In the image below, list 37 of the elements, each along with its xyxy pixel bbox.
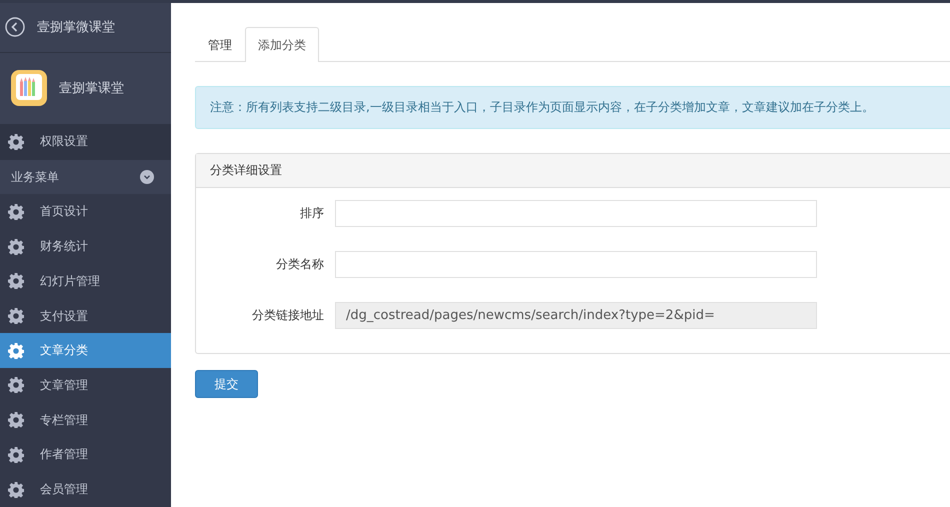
menu-item[interactable]: 文章管理 <box>0 368 171 403</box>
menu-item[interactable]: 会员管理 <box>0 472 171 507</box>
menu-item[interactable]: 作者管理 <box>0 438 171 472</box>
menu-item[interactable]: 权限设置 <box>0 124 171 160</box>
menu-item[interactable]: 支付设置 <box>0 298 171 334</box>
menu-item[interactable]: 文章分类 <box>0 333 171 368</box>
pencils-logo-icon <box>11 70 47 106</box>
tab[interactable]: 管理 <box>195 27 245 62</box>
notice-alert: 注意：所有列表支持二级目录,一级目录相当于入口，子目录作为页面显示内容，在子分类增加文章，文章建议加在子分类上。 <box>195 86 950 129</box>
gear-icon <box>8 134 24 150</box>
gear-icon <box>8 377 24 394</box>
gear-icon <box>8 446 24 463</box>
gear-icon <box>8 204 24 220</box>
tab[interactable]: 添加分类 <box>245 27 319 62</box>
submit-button[interactable]: 提交 <box>195 370 258 398</box>
menu-item[interactable]: 财务统计 <box>0 229 171 264</box>
field-label: 分类名称 <box>275 256 325 273</box>
app-name: 壹捌掌课堂 <box>59 80 124 98</box>
gear-icon <box>8 238 24 255</box>
gear-icon <box>8 412 24 428</box>
gear-icon <box>8 342 24 359</box>
gear-icon <box>8 273 24 290</box>
field-label: 分类链接地址 <box>251 307 325 324</box>
chevron-icon <box>140 170 154 184</box>
field-label: 排序 <box>299 205 325 222</box>
panel-title: 分类详细设置 <box>196 154 950 188</box>
input-field[interactable] <box>335 251 817 278</box>
menu-item[interactable]: 专栏管理 <box>0 402 171 438</box>
input-field: /dg_costread/pages/newcms/search/index?type=2&pid= <box>335 302 817 329</box>
input-field[interactable] <box>335 200 817 227</box>
app-title: 壹捌掌微课堂 <box>37 19 115 36</box>
gear-icon <box>8 308 24 324</box>
gear-icon <box>8 482 24 498</box>
menu-group-header[interactable]: 业务菜单 <box>0 160 171 194</box>
back-icon[interactable] <box>5 17 25 38</box>
menu-item[interactable]: 首页设计 <box>0 194 171 230</box>
menu-item[interactable]: 幻灯片管理 <box>0 264 171 299</box>
